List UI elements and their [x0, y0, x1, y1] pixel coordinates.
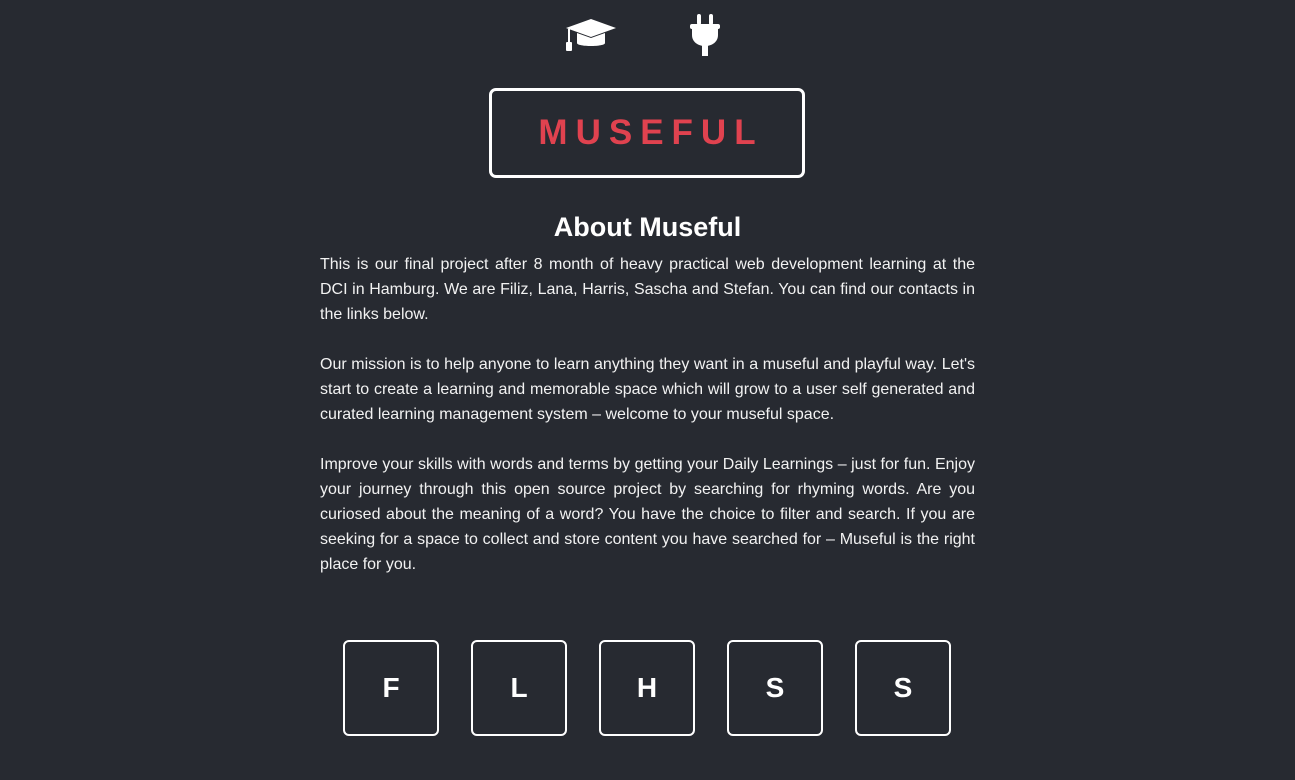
team-member-filiz-link[interactable]: F [343, 640, 439, 736]
plug-icon[interactable] [679, 13, 731, 57]
logo-text: MUSEFUL [538, 113, 764, 152]
team-member-sascha-link[interactable]: S [727, 640, 823, 736]
about-title: About Museful [553, 212, 742, 242]
about-body: This is our final project after 8 month … [320, 252, 975, 602]
team-links: F L H S S [343, 640, 951, 736]
logo-box[interactable]: MUSEFUL [489, 88, 805, 178]
team-member-lana-link[interactable]: L [471, 640, 567, 736]
graduation-cap-icon[interactable] [565, 13, 617, 57]
about-paragraph-3: Improve your skills with words and terms… [320, 456, 975, 573]
graduation-cap-icon-graphic [565, 19, 616, 51]
team-member-stefan-link[interactable]: S [855, 640, 951, 736]
top-nav [0, 13, 1295, 57]
plug-icon-graphic [689, 14, 720, 56]
team-member-harris-link[interactable]: H [599, 640, 695, 736]
about-page: MUSEFUL About Museful This is our final … [0, 0, 1295, 780]
about-paragraph-2: Our mission is to help anyone to learn a… [320, 356, 975, 423]
about-paragraph-1: This is our final project after 8 month … [320, 256, 975, 323]
